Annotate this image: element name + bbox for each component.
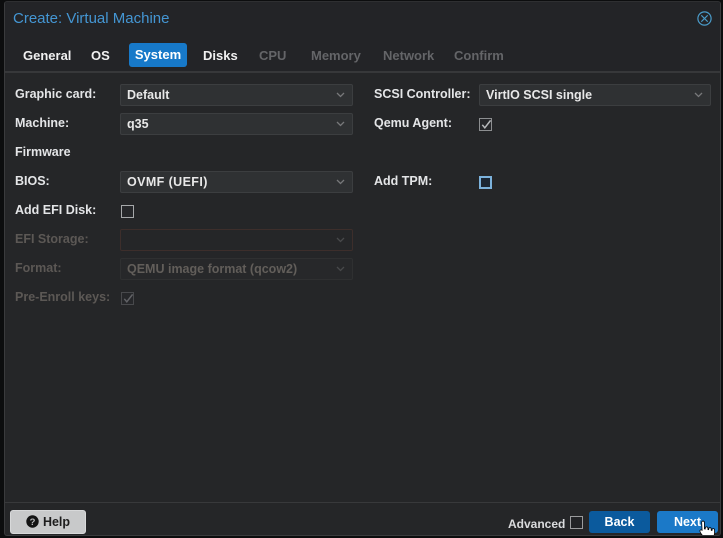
svg-text:?: ?	[30, 517, 36, 528]
